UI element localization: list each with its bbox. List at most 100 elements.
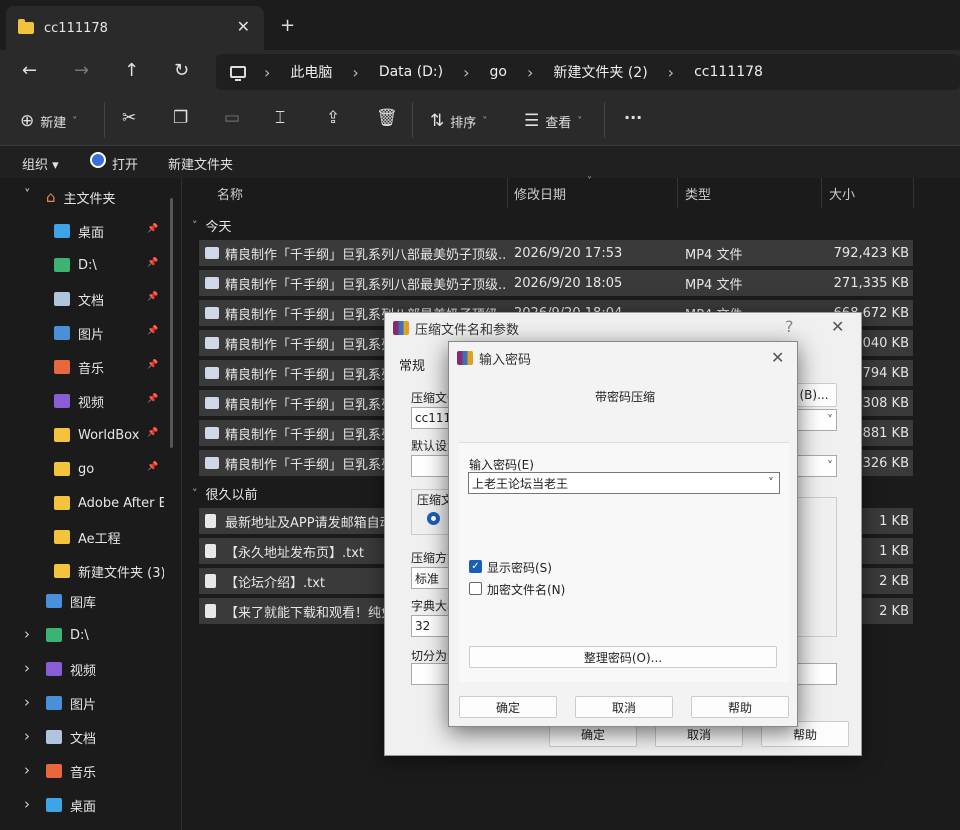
navigation-pane: ˅ ⌂ 主文件夹 桌面 📌 D:\ 📌 文档 📌 图片 📌 音乐 📌 视频 📌 WorldBox 📌 go 📌…	[0, 178, 182, 830]
column-header-size[interactable]: 大小	[829, 178, 855, 208]
pin-icon[interactable]: 📌	[147, 292, 158, 302]
pin-icon[interactable]: 📌	[147, 394, 158, 404]
breadcrumb-data-d[interactable]: Data (D:)	[379, 64, 443, 80]
sidebar-item-label: 图片	[78, 327, 105, 343]
close-icon[interactable]: ✕	[771, 348, 784, 367]
chevron-right-icon[interactable]: ›	[24, 727, 30, 745]
tab-general[interactable]: 常规	[399, 355, 425, 374]
dialog-title-bar: 压缩文件名和参数 ? ✕	[385, 313, 861, 343]
cut-icon[interactable]: ✂	[122, 108, 136, 128]
sidebar-item[interactable]: Ae工程	[54, 526, 164, 548]
pin-icon[interactable]: 📌	[147, 224, 158, 234]
pin-icon[interactable]: 📌	[147, 326, 158, 336]
chevron-down-icon: ˅	[72, 115, 78, 127]
sidebar-item-icon	[54, 530, 70, 544]
share-icon[interactable]: ⇪	[326, 108, 340, 128]
column-header-type[interactable]: 类型	[685, 178, 711, 208]
view-button[interactable]: ☰ 查看 ˅	[524, 111, 582, 131]
file-row[interactable]: 精良制作「千手纲」巨乳系列八部最美奶子顶级... 2026/9/20 18:05 M…	[199, 270, 913, 296]
sidebar-scrollbar[interactable]	[170, 198, 173, 448]
tab-close-icon[interactable]: ✕	[237, 17, 250, 36]
sidebar-item[interactable]: 图片	[46, 692, 96, 714]
paste-icon[interactable]: ▭	[224, 108, 240, 128]
sidebar-item[interactable]: 音乐	[46, 760, 96, 782]
split-volumes-field[interactable]	[411, 663, 451, 685]
pin-icon[interactable]: 📌	[147, 462, 158, 472]
chevron-right-icon[interactable]: ›	[24, 761, 30, 779]
more-options-icon[interactable]: ···	[624, 108, 642, 127]
sidebar-item[interactable]: Adobe After Effects	[54, 492, 164, 514]
sort-label: 排序	[450, 115, 477, 131]
breadcrumb-cc111178[interactable]: cc111178	[694, 64, 763, 80]
pin-icon[interactable]: 📌	[147, 428, 158, 438]
password-value: 上老王论坛当老王	[472, 476, 569, 491]
new-button[interactable]: ⊕ 新建 ˅	[20, 111, 77, 131]
sidebar-item[interactable]: D:\	[46, 624, 89, 646]
help-icon[interactable]: ?	[785, 317, 794, 336]
address-bar[interactable]: › 此电脑 › Data (D:) › go › 新建文件夹 (2) › cc1…	[216, 54, 960, 90]
sort-button[interactable]: ⇅ 排序 ˅	[430, 111, 487, 131]
method-dropdown[interactable]: 标准	[411, 567, 451, 589]
folder-icon	[18, 19, 34, 34]
sidebar-item-home[interactable]: ⌂ 主文件夹	[46, 186, 116, 208]
dialog-title-bar: 输入密码 ✕	[449, 342, 797, 374]
group-header-today[interactable]: ˅ 今天	[192, 216, 232, 235]
breadcrumb-separator: ›	[667, 62, 675, 82]
chevron-right-icon[interactable]: ›	[24, 795, 30, 813]
forward-button[interactable]: →	[74, 60, 89, 81]
column-header-name[interactable]: 名称	[217, 178, 243, 208]
dictionary-size-dropdown[interactable]: 32	[411, 615, 451, 637]
chevron-down-icon: ˅	[577, 115, 583, 127]
column-header-date[interactable]: 修改日期	[514, 178, 566, 208]
close-icon[interactable]: ✕	[831, 317, 844, 336]
refresh-button[interactable]: ↻	[174, 60, 189, 81]
encrypt-filenames-label: 加密文件名(N)	[487, 583, 566, 597]
sidebar-item[interactable]: 桌面	[46, 794, 96, 816]
organize-menu[interactable]: 组织 ▾	[22, 154, 59, 173]
open-button[interactable]: 打开	[112, 154, 138, 173]
file-size: 1 KB	[879, 543, 909, 559]
profiles-field[interactable]	[411, 455, 451, 477]
divider	[604, 102, 605, 138]
delete-icon[interactable]: 🗑	[376, 108, 398, 128]
pin-icon[interactable]: 📌	[147, 360, 158, 370]
encrypt-filenames-checkbox[interactable]	[469, 582, 482, 595]
sidebar-item[interactable]: 视频	[46, 658, 96, 680]
pin-icon[interactable]: 📌	[147, 258, 158, 268]
open-icon	[90, 152, 106, 168]
sidebar-item-gallery[interactable]: 图库	[46, 590, 96, 612]
rename-icon[interactable]: ⌶	[275, 108, 285, 128]
dialog-title: 压缩文件名和参数	[415, 322, 520, 338]
new-folder-button[interactable]: 新建文件夹	[168, 154, 233, 173]
sidebar-item-label: 桌面	[70, 799, 97, 815]
sidebar-item-label: go	[78, 461, 95, 477]
chevron-right-icon[interactable]: ›	[24, 625, 30, 643]
copy-icon[interactable]: ❐	[173, 108, 188, 128]
archive-name-field[interactable]: cc1111	[411, 407, 451, 429]
up-button[interactable]: ↑	[124, 60, 139, 81]
chevron-right-icon[interactable]: ›	[24, 693, 30, 711]
sidebar-item[interactable]: 文档	[46, 726, 96, 748]
chevron-right-icon[interactable]: ›	[24, 659, 30, 677]
cancel-button[interactable]: 取消	[575, 696, 673, 718]
show-password-checkbox[interactable]: ✓	[469, 560, 482, 573]
back-button[interactable]: ←	[22, 60, 37, 81]
breadcrumb-go[interactable]: go	[490, 64, 507, 80]
sidebar-item-label: 图库	[70, 595, 97, 611]
file-row[interactable]: 精良制作「千手纲」巨乳系列八部最美奶子顶级... 2026/9/20 17:53 M…	[199, 240, 913, 266]
help-button[interactable]: 帮助	[691, 696, 789, 718]
ok-button[interactable]: 确定	[459, 696, 557, 718]
breadcrumb-new-folder-2[interactable]: 新建文件夹 (2)	[553, 62, 647, 82]
sidebar-item-label: WorldBox	[78, 427, 140, 443]
group-label: 今天	[205, 220, 232, 235]
text-file-icon	[205, 574, 216, 588]
tab-cc111178[interactable]: cc111178 ✕	[6, 6, 264, 50]
chevron-down-icon[interactable]: ˅	[24, 188, 31, 203]
password-input[interactable]: 上老王论坛当老王 ˅	[468, 472, 780, 494]
new-tab-button[interactable]: +	[280, 15, 295, 36]
breadcrumb-this-pc[interactable]: 此电脑	[290, 62, 332, 82]
organize-passwords-button[interactable]: 整理密码(O)...	[469, 646, 777, 668]
group-header-long-ago[interactable]: ˅ 很久以前	[192, 484, 258, 503]
sidebar-item[interactable]: 新建文件夹 (3)	[54, 560, 164, 582]
format-radio[interactable]	[427, 512, 440, 525]
